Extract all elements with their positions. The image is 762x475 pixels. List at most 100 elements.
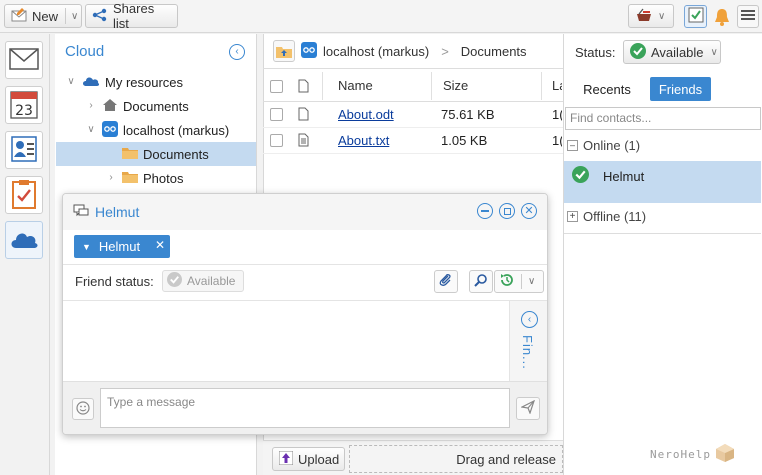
contact-search-placeholder: Find contacts... — [570, 111, 652, 125]
remove-recipient-icon[interactable]: ✕ — [155, 238, 165, 252]
tree-item-documents-selected[interactable]: Documents — [56, 142, 256, 166]
upload-icon — [278, 450, 294, 468]
chevron-down-icon: ∨ — [710, 46, 718, 58]
smiley-icon — [76, 400, 90, 418]
recipient-chip[interactable]: ▼ Helmut ✕ — [74, 235, 170, 258]
address-book-icon — [10, 135, 38, 166]
file-modified-cut: 1( — [552, 107, 562, 122]
minimize-button[interactable] — [477, 203, 493, 219]
chevron-right-icon[interactable]: › — [86, 101, 96, 111]
upload-button[interactable]: Upload — [272, 447, 345, 471]
chevron-down-icon: ∨ — [658, 10, 666, 22]
breadcrumb-current[interactable]: Documents — [461, 44, 527, 59]
cloud-nav-button[interactable] — [5, 221, 43, 259]
side-panel-collapsed[interactable]: ‹ Fin... — [509, 301, 547, 381]
chevron-down-icon[interactable]: ∨ — [66, 77, 76, 87]
chevron-down-icon[interactable]: ∨ — [86, 125, 96, 135]
row-checkbox[interactable] — [270, 134, 283, 147]
row-checkbox[interactable] — [270, 108, 283, 121]
tree-item-label: Documents — [123, 98, 189, 114]
close-icon: ✕ — [524, 204, 534, 217]
drop-zone-label: Drag and release — [456, 451, 556, 467]
message-input[interactable]: Type a message — [100, 388, 510, 428]
cloud-icon — [9, 228, 39, 253]
chat-titlebar[interactable]: Helmut — [63, 194, 547, 230]
column-header-size[interactable]: Size — [443, 78, 468, 93]
menu-button[interactable] — [737, 5, 759, 28]
nextcloud-icon — [102, 120, 118, 140]
column-header-last-modified[interactable]: La — [552, 78, 562, 93]
close-button[interactable]: ✕ — [521, 203, 537, 219]
activities-dropdown[interactable]: ∨ — [628, 4, 674, 28]
detach-button[interactable] — [499, 203, 515, 219]
new-button[interactable]: New ∨ — [4, 4, 82, 28]
breadcrumb-separator: > — [441, 43, 449, 59]
available-check-icon — [572, 166, 589, 186]
calendar-nav-button[interactable]: 23 — [5, 86, 43, 124]
minimize-icon — [481, 210, 489, 212]
tree-item-documents-home[interactable]: › Documents — [56, 94, 256, 118]
tree-item-label: Photos — [143, 170, 184, 186]
expand-side-panel-button[interactable]: ‹ — [521, 311, 538, 328]
notifications-icon[interactable] — [711, 6, 733, 28]
folder-up-button[interactable] — [273, 40, 295, 62]
offline-group-header[interactable]: + Offline (11) — [567, 209, 646, 224]
svg-text:23: 23 — [15, 103, 33, 119]
history-dropdown[interactable]: ∨ — [494, 270, 544, 293]
emoji-button[interactable] — [72, 398, 94, 420]
contact-arrow-icon: ▼ — [82, 241, 91, 252]
chevron-right-icon[interactable]: › — [106, 173, 116, 183]
tab-recents[interactable]: Recents — [573, 77, 641, 101]
mail-nav-button[interactable] — [5, 41, 43, 79]
chevron-left-icon: ‹ — [527, 313, 532, 325]
contact-name: Helmut — [603, 168, 645, 184]
tree-item-photos[interactable]: › Photos — [56, 166, 256, 190]
side-panel-label: Fin... — [520, 335, 535, 370]
friend-status-label: Friend status: — [75, 274, 154, 289]
available-check-icon — [167, 272, 182, 290]
contacts-status-label: Status: — [575, 45, 616, 60]
file-name-link[interactable]: About.txt — [338, 133, 389, 148]
breadcrumb-root[interactable]: localhost (markus) — [323, 44, 429, 59]
chevron-left-icon: ‹ — [235, 46, 239, 57]
new-icon — [11, 7, 27, 25]
online-group-label: Online (1) — [583, 138, 641, 153]
friend-status-badge: Available — [162, 270, 244, 292]
message-history[interactable] — [63, 301, 509, 381]
contact-row-helmut[interactable]: Helmut — [564, 161, 761, 203]
mail-icon — [9, 47, 39, 74]
clipboard-icon — [11, 179, 37, 212]
tab-friends[interactable]: Friends — [650, 77, 711, 101]
search-history-button[interactable] — [469, 270, 493, 293]
tree-item-my-resources[interactable]: ∨ My resources — [56, 70, 256, 94]
select-all-checkbox[interactable] — [270, 80, 283, 93]
search-icon — [474, 273, 488, 290]
shares-list-button[interactable]: Shares list — [85, 1, 178, 31]
column-header-name[interactable]: Name — [338, 78, 373, 93]
friend-status-value: Available — [187, 274, 236, 288]
file-name-link[interactable]: About.odt — [338, 107, 394, 122]
detach-icon — [503, 207, 511, 215]
brand-cube-icon — [715, 443, 735, 466]
collapse-panel-button[interactable]: ‹ — [229, 44, 245, 60]
tasks-nav-button[interactable] — [5, 176, 43, 214]
shares-list-label: Shares list — [113, 1, 155, 31]
paperclip-icon — [439, 273, 453, 290]
expand-icon[interactable]: + — [567, 211, 578, 222]
status-dropdown[interactable]: Available ∨ — [623, 40, 721, 64]
share-icon — [92, 8, 108, 25]
collapse-icon[interactable]: – — [567, 140, 578, 151]
hamburger-icon — [741, 9, 755, 24]
send-icon — [520, 399, 536, 417]
attach-button[interactable] — [434, 270, 458, 293]
send-button[interactable] — [516, 397, 540, 420]
file-modified-cut: 1( — [552, 133, 562, 148]
folder-icon — [122, 146, 138, 162]
online-group-header[interactable]: – Online (1) — [567, 138, 640, 153]
chevron-down-icon[interactable]: ∨ — [71, 11, 78, 22]
drop-zone[interactable]: Drag and release — [349, 445, 563, 473]
contacts-nav-button[interactable] — [5, 131, 43, 169]
chat-toggle-button[interactable] — [684, 5, 707, 28]
document-icon — [298, 107, 309, 124]
tree-item-localhost[interactable]: ∨ localhost (markus) — [56, 118, 256, 142]
